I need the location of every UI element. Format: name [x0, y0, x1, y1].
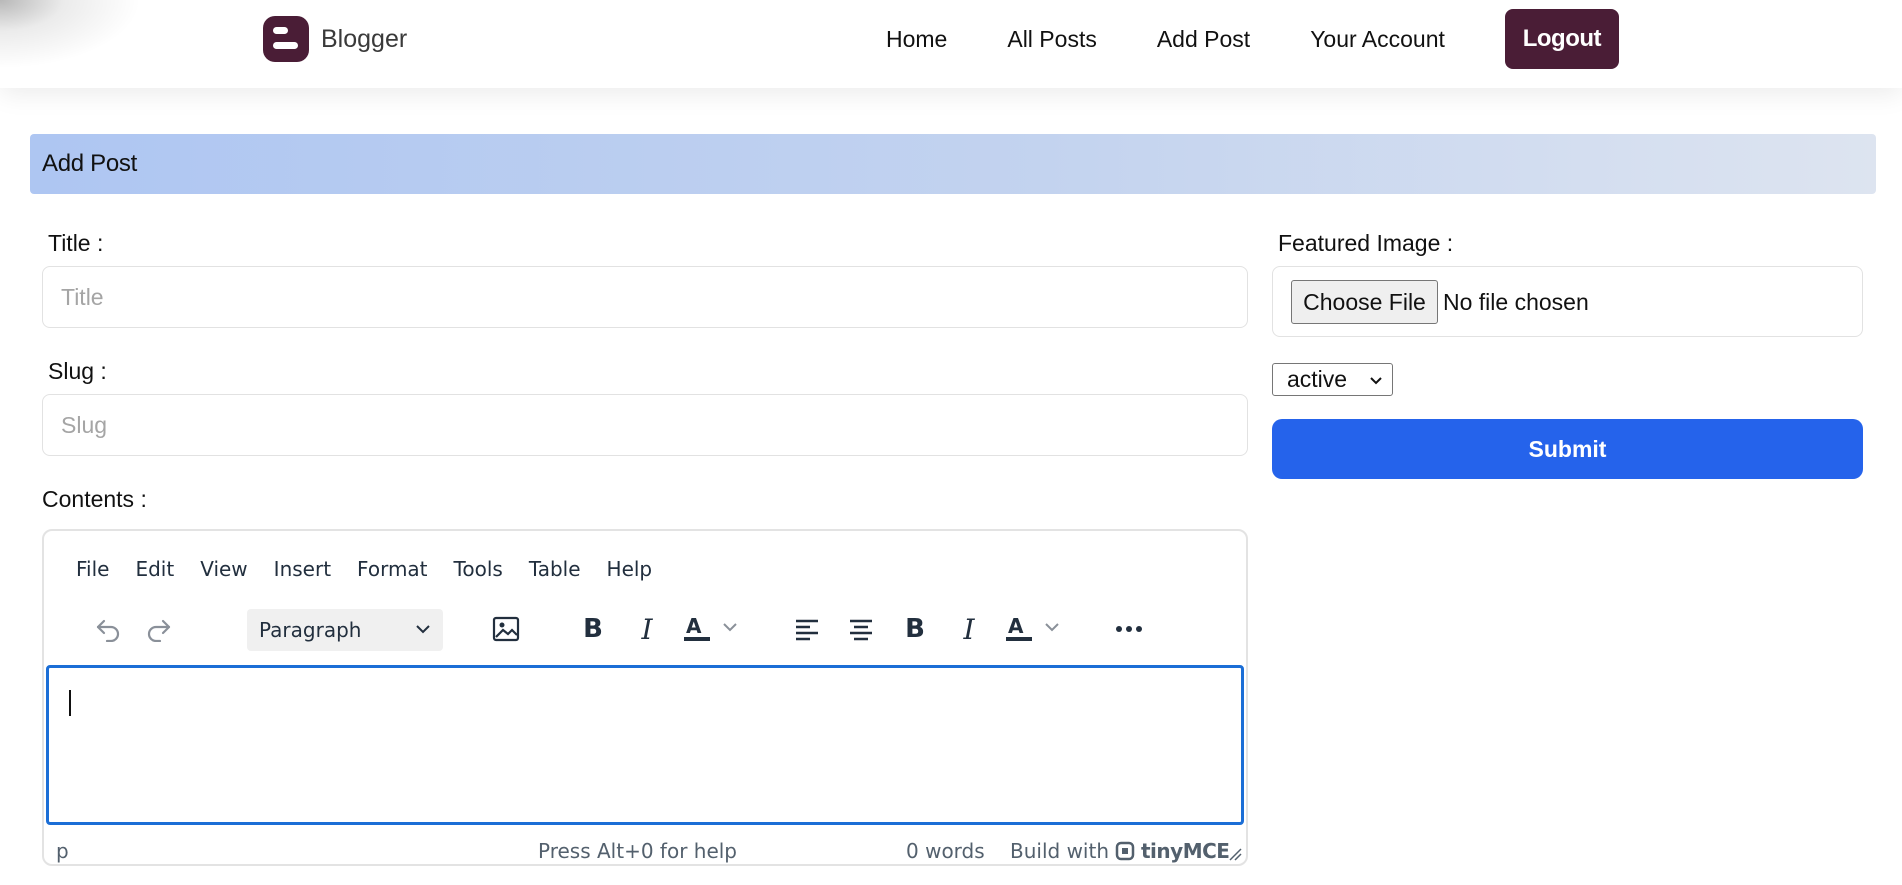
nav-all-posts-link[interactable]: All Posts	[1007, 9, 1096, 69]
svg-text:A: A	[1008, 614, 1024, 638]
editor-content-area[interactable]	[46, 665, 1244, 825]
block-format-select[interactable]: Paragraph	[247, 609, 443, 651]
menu-format[interactable]: Format	[357, 557, 427, 581]
section-header: Add Post	[30, 134, 1876, 194]
bold-icon[interactable]: B	[578, 607, 608, 651]
block-format-value: Paragraph	[259, 618, 362, 642]
corner-shadow	[0, 0, 180, 88]
status-value: active	[1287, 366, 1348, 392]
nav-home-link[interactable]: Home	[886, 9, 947, 69]
menu-view[interactable]: View	[200, 557, 247, 581]
brand[interactable]: Blogger	[263, 16, 407, 62]
text-caret	[69, 690, 71, 716]
chevron-down-icon	[1370, 377, 1382, 385]
contents-label: Contents :	[42, 486, 147, 512]
more-icon[interactable]	[1112, 607, 1146, 651]
build-with-text: Build with	[1010, 839, 1109, 863]
main-nav: Home All Posts Add Post Your Account Log…	[886, 9, 1619, 69]
menu-file[interactable]: File	[76, 557, 109, 581]
tinymce-brand: tinyMCE	[1141, 839, 1230, 863]
undo-icon[interactable]	[92, 607, 124, 651]
menu-tools[interactable]: Tools	[454, 557, 503, 581]
brand-name: Blogger	[321, 24, 408, 53]
nav-your-account-link[interactable]: Your Account	[1310, 9, 1445, 69]
featured-image-input: Choose File No file chosen	[1272, 266, 1863, 337]
word-count[interactable]: 0 words	[906, 839, 985, 863]
file-status: No file chosen	[1443, 289, 1589, 315]
page-title: Add Post	[42, 150, 137, 177]
align-center-icon[interactable]	[844, 607, 878, 651]
status-select[interactable]: active	[1272, 363, 1393, 396]
resize-handle-icon[interactable]	[1228, 847, 1242, 861]
text-color-icon[interactable]: A	[1002, 607, 1066, 651]
tinymce-logo-icon	[1115, 841, 1135, 861]
top-navbar: Blogger Home All Posts Add Post Your Acc…	[0, 0, 1902, 88]
blogger-logo-icon	[263, 16, 309, 62]
featured-image-label: Featured Image :	[1278, 230, 1454, 256]
italic-icon[interactable]: I	[954, 607, 984, 651]
image-icon[interactable]	[488, 607, 524, 651]
choose-file-button[interactable]: Choose File	[1291, 280, 1438, 324]
bold-icon[interactable]: B	[900, 607, 930, 651]
help-hint: Press Alt+0 for help	[538, 839, 738, 863]
menu-insert[interactable]: Insert	[274, 557, 331, 581]
powered-by[interactable]: Build with tinyMCE	[1010, 839, 1230, 863]
editor-menubar: File Edit View Insert Format Tools Table…	[76, 557, 678, 581]
svg-text:A: A	[686, 614, 702, 638]
element-path[interactable]: p	[56, 839, 69, 863]
menu-table[interactable]: Table	[529, 557, 581, 581]
italic-icon[interactable]: I	[632, 607, 662, 651]
redo-icon[interactable]	[143, 607, 175, 651]
editor-toolbar: Paragraph B I A B I A	[64, 607, 1224, 651]
slug-label: Slug :	[48, 358, 107, 384]
nav-add-post-link[interactable]: Add Post	[1157, 9, 1250, 69]
menu-edit[interactable]: Edit	[135, 557, 174, 581]
rich-text-editor: File Edit View Insert Format Tools Table…	[42, 529, 1248, 866]
title-label: Title :	[48, 230, 104, 256]
text-color-icon[interactable]: A	[680, 607, 744, 651]
submit-button[interactable]: Submit	[1272, 419, 1863, 479]
title-input[interactable]	[42, 266, 1248, 328]
slug-input[interactable]	[42, 394, 1248, 456]
chevron-down-icon	[416, 625, 430, 634]
align-left-icon[interactable]	[790, 607, 824, 651]
menu-help[interactable]: Help	[607, 557, 653, 581]
editor-statusbar: p Press Alt+0 for help 0 words Build wit…	[44, 827, 1246, 865]
logout-button[interactable]: Logout	[1504, 9, 1619, 69]
